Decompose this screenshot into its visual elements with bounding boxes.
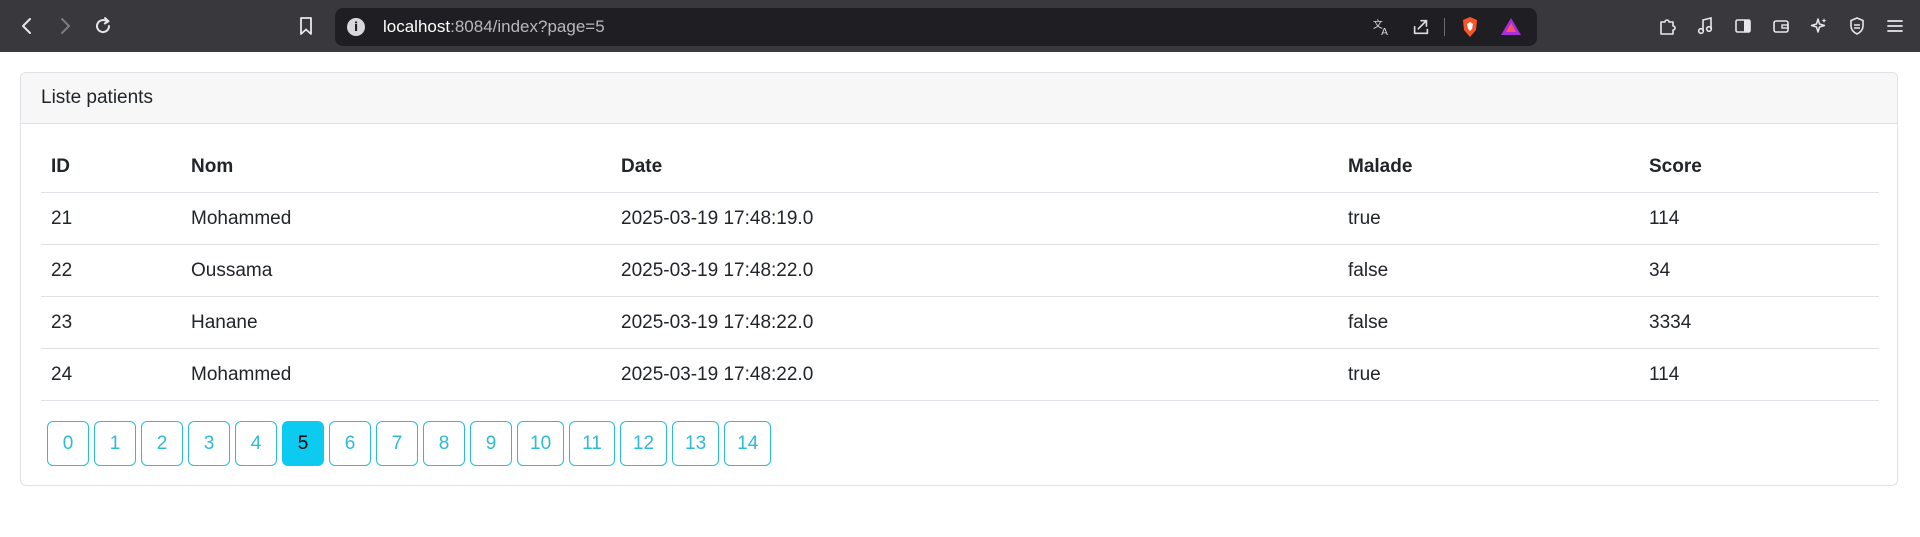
cell-id: 22 — [41, 244, 181, 297]
leo-ai-icon[interactable] — [1804, 11, 1834, 41]
address-bar[interactable]: i localhost:8084/index?page=5 文A — [335, 8, 1537, 46]
page-link-13[interactable]: 13 — [672, 421, 720, 466]
cell-date: 2025-03-19 17:48:19.0 — [611, 192, 1338, 245]
patients-card: Liste patients ID Nom Date Malade Score … — [20, 72, 1898, 486]
cell-date: 2025-03-19 17:48:22.0 — [611, 348, 1338, 401]
wallet-icon[interactable] — [1766, 11, 1796, 41]
cell-date: 2025-03-19 17:48:22.0 — [611, 296, 1338, 349]
page-link-2[interactable]: 2 — [141, 421, 183, 466]
cell-malade: true — [1338, 192, 1639, 245]
cell-score: 34 — [1639, 244, 1879, 297]
table-row: 24 Mohammed 2025-03-19 17:48:22.0 true 1… — [41, 348, 1879, 401]
table-row: 22 Oussama 2025-03-19 17:48:22.0 false 3… — [41, 244, 1879, 297]
page-link-4[interactable]: 4 — [235, 421, 277, 466]
forward-icon[interactable] — [50, 11, 80, 41]
page-link-14[interactable]: 14 — [724, 421, 772, 466]
page-link-8[interactable]: 8 — [423, 421, 465, 466]
page-link-0[interactable]: 0 — [47, 421, 89, 466]
url-text[interactable]: localhost:8084/index?page=5 — [383, 17, 605, 37]
patients-table-wrapper: ID Nom Date Malade Score 21 Mohammed 202… — [41, 141, 1879, 401]
cell-id: 23 — [41, 296, 181, 349]
url-host: localhost — [383, 17, 451, 36]
table-header-row: ID Nom Date Malade Score — [41, 141, 1879, 193]
table-row: 23 Hanane 2025-03-19 17:48:22.0 false 33… — [41, 296, 1879, 349]
cell-malade: false — [1338, 244, 1639, 297]
cell-id: 24 — [41, 348, 181, 401]
menu-icon[interactable] — [1880, 11, 1910, 41]
column-header-score: Score — [1639, 141, 1879, 193]
bookmark-icon[interactable] — [291, 11, 321, 41]
brave-rewards-icon[interactable] — [1500, 16, 1522, 38]
page-link-1[interactable]: 1 — [94, 421, 136, 466]
page-link-3[interactable]: 3 — [188, 421, 230, 466]
brave-shields-icon[interactable] — [1459, 16, 1481, 38]
sidebar-icon[interactable] — [1728, 11, 1758, 41]
url-path: :8084/index?page=5 — [450, 17, 605, 36]
cell-score: 3334 — [1639, 296, 1879, 349]
reload-icon[interactable] — [88, 11, 118, 41]
page-link-10[interactable]: 10 — [517, 421, 565, 466]
cell-malade: true — [1338, 348, 1639, 401]
share-icon[interactable] — [1410, 16, 1432, 38]
cell-date: 2025-03-19 17:48:22.0 — [611, 244, 1338, 297]
media-icon[interactable] — [1690, 11, 1720, 41]
page-link-7[interactable]: 7 — [376, 421, 418, 466]
cell-malade: false — [1338, 296, 1639, 349]
vpn-shield-icon[interactable] — [1842, 11, 1872, 41]
address-bar-divider — [1444, 18, 1445, 36]
cell-id: 21 — [41, 192, 181, 245]
back-icon[interactable] — [12, 11, 42, 41]
pagination: 0 1 2 3 4 5 6 7 8 9 10 11 12 13 14 — [47, 421, 772, 466]
cell-nom: Mohammed — [181, 192, 611, 245]
page-link-5[interactable]: 5 — [282, 421, 324, 466]
cell-nom: Mohammed — [181, 348, 611, 401]
column-header-date: Date — [611, 141, 1338, 193]
page-link-12[interactable]: 12 — [619, 421, 668, 466]
svg-text:A: A — [1381, 27, 1388, 37]
column-header-nom: Nom — [181, 141, 611, 193]
cell-score: 114 — [1639, 192, 1879, 245]
cell-nom: Hanane — [181, 296, 611, 349]
cell-score: 114 — [1639, 348, 1879, 401]
patients-table: ID Nom Date Malade Score 21 Mohammed 202… — [41, 141, 1879, 401]
page-link-9[interactable]: 9 — [470, 421, 512, 466]
extensions-icon[interactable] — [1652, 11, 1682, 41]
page-link-6[interactable]: 6 — [329, 421, 371, 466]
page-link-11[interactable]: 11 — [569, 421, 615, 466]
card-header: Liste patients — [21, 73, 1897, 124]
column-header-malade: Malade — [1338, 141, 1639, 193]
site-info-icon[interactable]: i — [347, 18, 365, 36]
column-header-id: ID — [41, 141, 181, 193]
browser-toolbar: i localhost:8084/index?page=5 文A — [0, 0, 1920, 52]
table-row: 21 Mohammed 2025-03-19 17:48:19.0 true 1… — [41, 192, 1879, 245]
translate-icon[interactable]: 文A — [1371, 16, 1393, 38]
cell-nom: Oussama — [181, 244, 611, 297]
